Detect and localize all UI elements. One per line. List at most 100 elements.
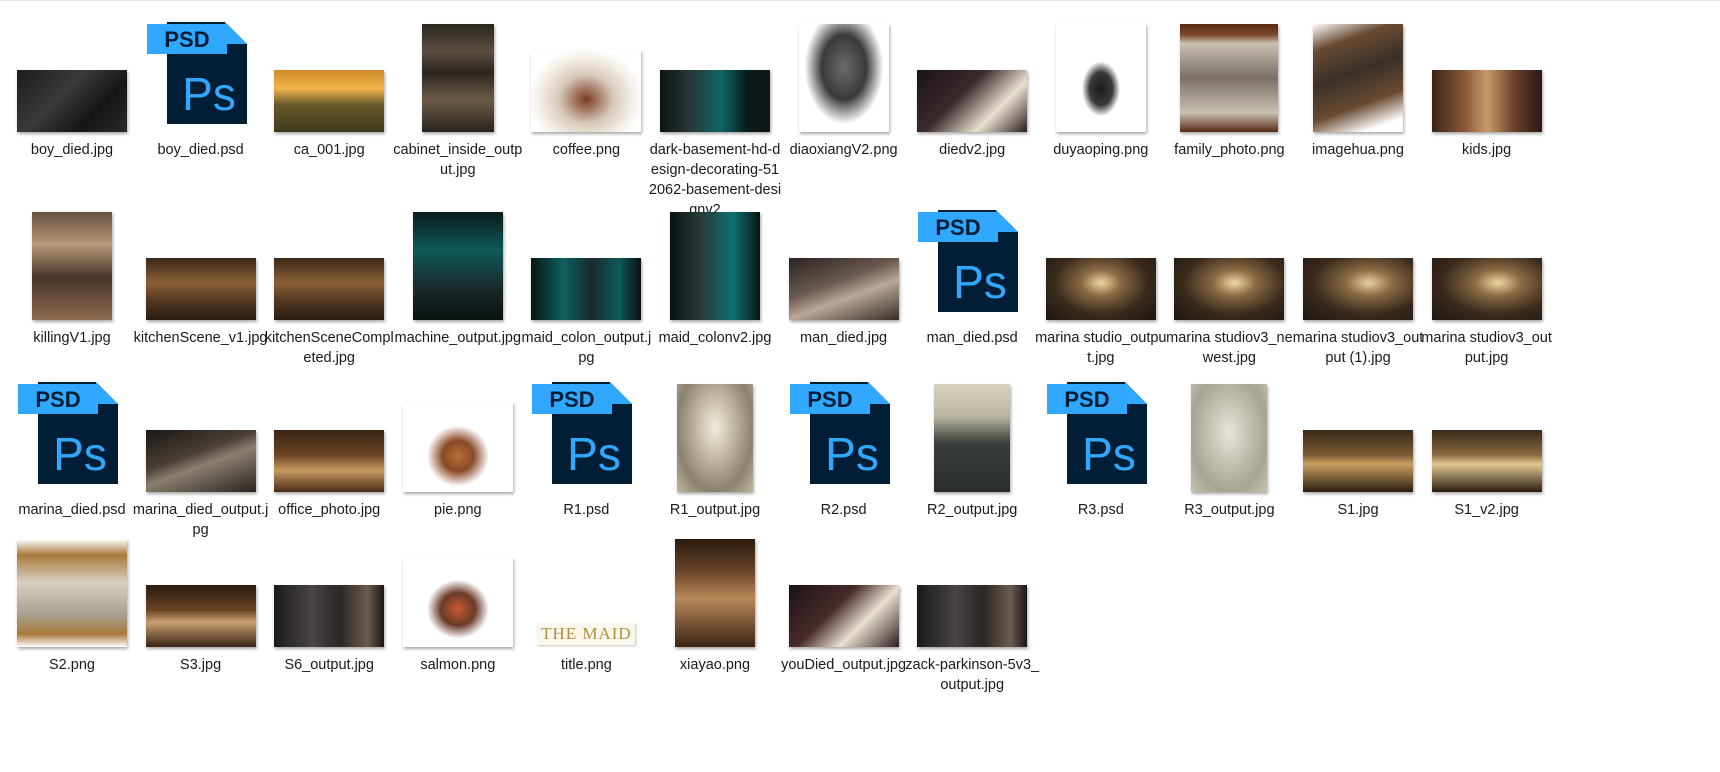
psd-file-icon: PSD Ps bbox=[146, 20, 255, 132]
file-item[interactable]: xiayao.png bbox=[653, 535, 777, 725]
file-item[interactable]: R3_output.jpg bbox=[1167, 380, 1291, 570]
psd-letters: Ps bbox=[1082, 428, 1136, 480]
image-preview bbox=[531, 50, 642, 132]
file-item[interactable]: maid_colon_output.jpg bbox=[521, 208, 651, 398]
image-preview bbox=[1045, 258, 1156, 320]
image-preview bbox=[1055, 24, 1146, 132]
file-item[interactable]: youDied_output.jpg bbox=[781, 535, 906, 725]
file-name: zack-parkinson-5v3_output.jpg bbox=[905, 657, 1040, 693]
file-item[interactable]: PSD Ps man_died.psd bbox=[910, 208, 1034, 398]
psd-tab-label: PSD bbox=[807, 387, 852, 412]
file-item[interactable]: marina studiov3_output (1).jpg bbox=[1293, 208, 1423, 398]
file-item[interactable]: family_photo.png bbox=[1167, 20, 1291, 210]
image-preview bbox=[32, 212, 112, 320]
file-item[interactable]: dark-basement-hd-design-decorating-51206… bbox=[649, 20, 781, 218]
psd-letters: Ps bbox=[953, 256, 1007, 308]
file-thumbnail: PSD Ps bbox=[524, 380, 648, 492]
file-name: maid_colon_output.jpg bbox=[521, 330, 652, 366]
file-thumbnail bbox=[1296, 208, 1420, 320]
file-name: marina studiov3_output.jpg bbox=[1421, 330, 1552, 366]
file-thumbnail bbox=[1167, 208, 1291, 320]
file-item[interactable]: zack-parkinson-5v3_output.jpg bbox=[905, 535, 1039, 725]
image-preview bbox=[917, 70, 1028, 132]
file-item[interactable]: marina studio_output.jpg bbox=[1035, 208, 1167, 398]
psd-tab-label: PSD bbox=[1064, 387, 1109, 412]
psd-letters: Ps bbox=[568, 428, 622, 480]
image-preview bbox=[1431, 70, 1542, 132]
image-preview bbox=[660, 70, 770, 132]
file-name: cabinet_inside_output.jpg bbox=[393, 142, 523, 178]
file-name: imagehua.png bbox=[1312, 142, 1404, 158]
file-item[interactable]: salmon.png bbox=[396, 535, 520, 725]
file-thumbnail bbox=[10, 20, 134, 132]
file-item[interactable]: maid_colonv2.jpg bbox=[653, 208, 777, 398]
file-name: R3_output.jpg bbox=[1184, 502, 1275, 518]
file-thumbnail: PSD Ps bbox=[1039, 380, 1163, 492]
file-item[interactable]: S3.jpg bbox=[139, 535, 263, 725]
file-item[interactable]: duyaoping.png bbox=[1039, 20, 1163, 210]
file-name: S2.png bbox=[49, 657, 95, 673]
file-item[interactable]: PSD Ps boy_died.psd bbox=[139, 20, 263, 210]
file-name: marina_died.psd bbox=[18, 502, 126, 518]
file-item[interactable]: killingV1.jpg bbox=[10, 208, 134, 398]
file-name: title.png bbox=[560, 657, 612, 673]
image-preview bbox=[274, 585, 385, 647]
file-item[interactable]: marina studiov3_newest.jpg bbox=[1166, 208, 1293, 398]
file-grid: boy_died.jpg PSD Ps boy_died.psd ca_001.jpg c… bbox=[10, 10, 1710, 770]
psd-file-icon: PSD Ps bbox=[918, 208, 1026, 320]
file-item[interactable]: S1_v2.jpg bbox=[1425, 380, 1549, 570]
file-name: boy_died.jpg bbox=[30, 142, 114, 158]
image-preview bbox=[274, 430, 385, 492]
file-item[interactable]: S6_output.jpg bbox=[267, 535, 391, 725]
file-item[interactable]: S2.png bbox=[10, 535, 134, 725]
file-name: marina_died_output.jpg bbox=[132, 502, 269, 538]
file-thumbnail bbox=[1039, 20, 1163, 132]
file-item[interactable]: S1.jpg bbox=[1296, 380, 1420, 570]
file-name: diaoxiangV2.png bbox=[789, 142, 898, 158]
file-thumbnail bbox=[139, 535, 263, 647]
file-item[interactable]: kitchenSceneCompleted.jpg bbox=[265, 208, 394, 398]
psd-file-icon: PSD Ps bbox=[18, 380, 126, 492]
file-thumbnail bbox=[1167, 380, 1291, 492]
file-item[interactable]: kids.jpg bbox=[1425, 20, 1549, 210]
image-preview bbox=[402, 557, 513, 647]
file-item[interactable]: man_died.jpg bbox=[782, 208, 906, 398]
file-item[interactable]: ca_001.jpg bbox=[267, 20, 391, 210]
file-item[interactable]: machine_output.jpg bbox=[395, 208, 521, 398]
file-item[interactable]: cabinet_inside_output.jpg bbox=[393, 20, 522, 210]
file-thumbnail bbox=[1425, 208, 1549, 320]
file-name: boy_died.psd bbox=[157, 142, 244, 158]
image-preview bbox=[934, 384, 1011, 492]
file-name: ca_001.jpg bbox=[293, 142, 365, 158]
file-item[interactable]: coffee.png bbox=[524, 20, 648, 210]
image-preview bbox=[1431, 258, 1542, 320]
file-name: R2_output.jpg bbox=[927, 502, 1018, 518]
file-name: marina studiov3_output (1).jpg bbox=[1292, 330, 1424, 366]
image-preview bbox=[402, 402, 513, 492]
file-name: man_died.jpg bbox=[800, 330, 888, 346]
image-preview bbox=[145, 258, 256, 320]
title-image: THE MAID bbox=[537, 623, 636, 645]
file-item[interactable]: kitchenScene_v1.jpg bbox=[134, 208, 268, 398]
psd-file-icon: PSD Ps bbox=[532, 380, 640, 492]
file-item[interactable]: diedv2.jpg bbox=[910, 20, 1034, 210]
psd-file-icon: PSD Ps bbox=[1046, 380, 1155, 492]
file-item[interactable]: diaoxiangV2.png bbox=[782, 20, 906, 210]
file-item[interactable]: imagehua.png bbox=[1296, 20, 1420, 210]
file-thumbnail: PSD Ps bbox=[139, 20, 263, 132]
file-thumbnail bbox=[396, 535, 520, 647]
image-preview bbox=[670, 212, 760, 320]
psd-tab-label: PSD bbox=[936, 215, 981, 240]
file-thumbnail: PSD Ps bbox=[10, 380, 134, 492]
file-item[interactable]: PSD Ps R3.psd bbox=[1039, 380, 1163, 570]
file-item[interactable]: boy_died.jpg bbox=[10, 20, 134, 210]
file-item[interactable]: marina studiov3_output.jpg bbox=[1421, 208, 1552, 398]
file-item[interactable]: THE MAID title.png bbox=[524, 535, 648, 725]
file-thumbnail bbox=[782, 535, 906, 647]
file-name: man_died.psd bbox=[926, 330, 1018, 346]
image-preview bbox=[274, 258, 385, 320]
image-preview bbox=[1303, 430, 1413, 492]
file-name: S1_v2.jpg bbox=[1454, 502, 1519, 518]
file-name: S6_output.jpg bbox=[284, 657, 374, 673]
psd-letters: Ps bbox=[53, 428, 107, 480]
